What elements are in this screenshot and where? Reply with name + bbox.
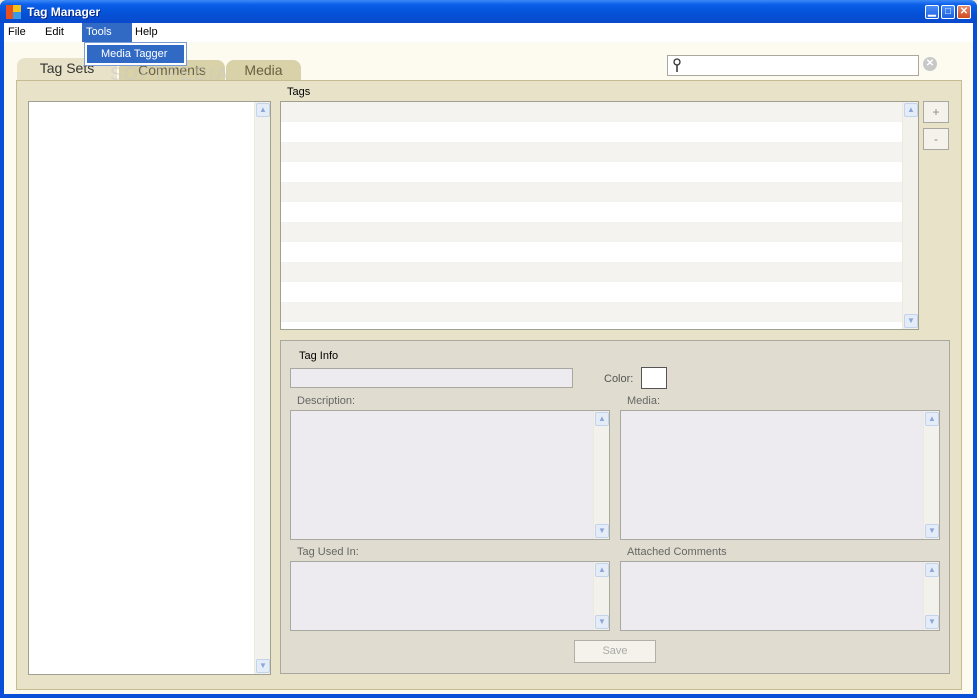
menu-tools[interactable]: Tools xyxy=(82,23,132,42)
color-label: Color: xyxy=(604,373,634,385)
scroll-down-arrow[interactable]: ▼ xyxy=(595,615,609,629)
add-tag-button[interactable]: + xyxy=(923,101,949,123)
scroll-up-arrow[interactable]: ▲ xyxy=(595,412,609,426)
title-bar[interactable]: Tag Manager ▁ □ ✕ xyxy=(0,0,977,23)
description-textarea[interactable]: ▲ ▼ xyxy=(290,410,610,540)
media-label: Media: xyxy=(627,395,661,407)
tab-media[interactable]: Media xyxy=(226,60,301,81)
description-label: Description: xyxy=(297,395,356,407)
app-window: Tag Manager ▁ □ ✕ File Edit Tools Help M… xyxy=(0,0,977,698)
close-button[interactable]: ✕ xyxy=(957,5,971,19)
attached-comments-label: Attached Comments xyxy=(627,546,727,558)
color-swatch[interactable] xyxy=(641,367,667,389)
menu-edit[interactable]: Edit xyxy=(41,23,68,42)
list-row-stripe xyxy=(281,182,903,202)
clear-search-icon[interactable]: ✕ xyxy=(923,57,937,71)
scroll-up-arrow[interactable]: ▲ xyxy=(256,103,270,117)
window-title: Tag Manager xyxy=(27,5,101,19)
scroll-up-arrow[interactable]: ▲ xyxy=(904,103,918,117)
tag-used-in-list[interactable]: ▲ ▼ xyxy=(290,561,610,631)
list-row-stripe xyxy=(281,262,903,282)
maximize-button[interactable]: □ xyxy=(941,5,955,19)
tags-scrollbar[interactable]: ▲ ▼ xyxy=(902,102,918,329)
list-row-stripe xyxy=(281,302,903,322)
tag-info-box: Tag Info Color: Description: Media: ▲ ▼ xyxy=(280,340,950,674)
list-row-stripe xyxy=(281,222,903,242)
tag-sets-list[interactable]: ▲ ▼ xyxy=(28,101,271,675)
media-scrollbar[interactable]: ▲ ▼ xyxy=(923,411,939,539)
tools-dropdown: Media Tagger xyxy=(84,42,187,66)
scroll-up-arrow[interactable]: ▲ xyxy=(925,563,939,577)
app-icon xyxy=(6,5,22,19)
scroll-up-arrow[interactable]: ▲ xyxy=(595,563,609,577)
scroll-down-arrow[interactable]: ▼ xyxy=(925,524,939,538)
main-area: Tag Sets Comments Media SOFTPEDIA www.so… xyxy=(4,42,973,694)
search-icon xyxy=(673,58,681,72)
save-button[interactable]: Save xyxy=(574,640,656,663)
scroll-down-arrow[interactable]: ▼ xyxy=(925,615,939,629)
scroll-down-arrow[interactable]: ▼ xyxy=(904,314,918,328)
comments-scrollbar[interactable]: ▲ ▼ xyxy=(923,562,939,630)
tags-list[interactable]: ▲ ▼ xyxy=(280,101,919,330)
tag-info-title: Tag Info xyxy=(299,350,339,362)
remove-tag-button[interactable]: - xyxy=(923,128,949,150)
menu-file[interactable]: File xyxy=(4,23,30,42)
tags-label: Tags xyxy=(287,86,311,98)
tag-used-in-label: Tag Used In: xyxy=(297,546,359,558)
search-input[interactable] xyxy=(667,55,919,76)
list-row-stripe xyxy=(281,142,903,162)
scroll-down-arrow[interactable]: ▼ xyxy=(595,524,609,538)
used-in-scrollbar[interactable]: ▲ ▼ xyxy=(593,562,609,630)
scroll-up-arrow[interactable]: ▲ xyxy=(925,412,939,426)
scroll-down-arrow[interactable]: ▼ xyxy=(256,659,270,673)
menu-item-media-tagger[interactable]: Media Tagger xyxy=(87,45,184,63)
tag-sets-scrollbar[interactable]: ▲ ▼ xyxy=(254,102,270,674)
menu-bar: File Edit Tools Help xyxy=(4,23,973,42)
list-row-stripe xyxy=(281,102,903,122)
tag-sets-panel: ▲ ▼ Tags ▲ ▼ + - Tag Info Color: Descrip… xyxy=(16,80,962,690)
client-area: File Edit Tools Help Media Tagger Tag Se… xyxy=(4,23,973,694)
minimize-button[interactable]: ▁ xyxy=(925,5,939,19)
media-list[interactable]: ▲ ▼ xyxy=(620,410,940,540)
description-scrollbar[interactable]: ▲ ▼ xyxy=(593,411,609,539)
menu-help[interactable]: Help xyxy=(131,23,162,42)
tag-name-field[interactable] xyxy=(290,368,573,388)
attached-comments-list[interactable]: ▲ ▼ xyxy=(620,561,940,631)
